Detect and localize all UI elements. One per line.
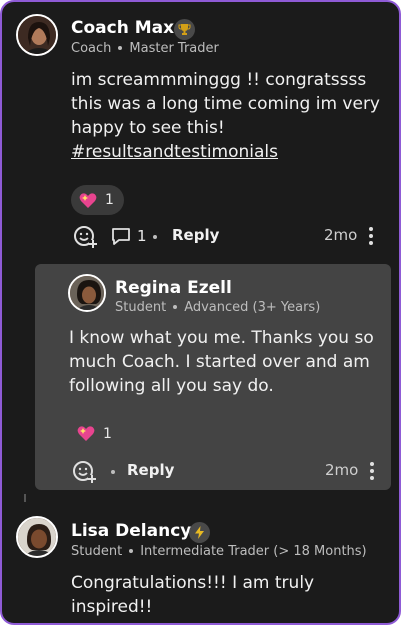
author-role: Coach bbox=[71, 41, 112, 56]
author-meta: Student Advanced (3+ Years) bbox=[115, 300, 320, 315]
author-level: Advanced (3+ Years) bbox=[184, 300, 321, 315]
add-reaction-icon bbox=[73, 461, 96, 483]
comments-button[interactable]: 1 bbox=[111, 226, 147, 246]
reply-text: I know what you me. Thanks you so much C… bbox=[69, 328, 374, 396]
add-reaction-button[interactable] bbox=[73, 224, 97, 252]
reply-button[interactable]: Reply bbox=[172, 226, 219, 244]
more-options-icon[interactable] bbox=[369, 462, 375, 480]
reaction-count: 1 bbox=[103, 425, 112, 442]
more-options-icon[interactable] bbox=[368, 227, 374, 245]
separator-dot bbox=[173, 304, 178, 309]
reply-card: Regina Ezell Student Advanced (3+ Years) … bbox=[35, 264, 391, 490]
avatar-regina-ezell[interactable] bbox=[68, 274, 106, 312]
separator-dot bbox=[111, 470, 115, 474]
avatar-image bbox=[70, 276, 104, 310]
author-level: Master Trader bbox=[129, 41, 219, 56]
reply-author[interactable]: Regina Ezell bbox=[115, 278, 232, 298]
avatar-image bbox=[18, 16, 56, 54]
reaction-pill[interactable]: 1 bbox=[71, 185, 124, 215]
avatar-coach-max[interactable] bbox=[16, 14, 58, 56]
avatar-lisa-delancy[interactable] bbox=[16, 516, 58, 558]
add-reaction-icon bbox=[74, 226, 97, 248]
comment-author[interactable]: Coach Max bbox=[71, 18, 174, 38]
separator-dot bbox=[118, 45, 123, 50]
comment-body: im screammminggg !! congratssss this was… bbox=[71, 68, 391, 164]
author-role: Student bbox=[115, 300, 167, 315]
comment-author[interactable]: Lisa Delancy bbox=[71, 521, 191, 541]
separator-dot bbox=[153, 235, 157, 239]
lightning-icon bbox=[189, 522, 210, 543]
avatar-image bbox=[18, 518, 56, 556]
hashtag-link[interactable]: #resultsandtestimonials bbox=[71, 142, 278, 162]
author-role: Student bbox=[71, 544, 123, 559]
trophy-icon bbox=[174, 19, 195, 40]
reaction-count: 1 bbox=[105, 192, 114, 208]
comment-bubble-icon bbox=[112, 228, 130, 245]
timestamp: 2mo bbox=[324, 226, 358, 244]
timestamp: 2mo bbox=[325, 461, 359, 479]
add-reaction-button[interactable] bbox=[72, 459, 96, 487]
reaction-button[interactable]: 1 bbox=[77, 425, 112, 442]
author-meta: Coach Master Trader bbox=[71, 41, 219, 56]
separator-dot bbox=[129, 548, 134, 553]
sparkle-heart-icon bbox=[79, 192, 97, 208]
author-level: Intermediate Trader (> 18 Months) bbox=[140, 544, 367, 559]
reply-button[interactable]: Reply bbox=[127, 461, 174, 479]
thread-line bbox=[24, 494, 26, 502]
sparkle-heart-icon bbox=[77, 426, 95, 441]
comment-text: im screammminggg !! congratssss this was… bbox=[71, 70, 380, 138]
author-meta: Student Intermediate Trader (> 18 Months) bbox=[71, 544, 367, 559]
comment-count: 1 bbox=[137, 227, 147, 245]
comment-text: Congratulations!!! I am truly inspired!! bbox=[71, 573, 315, 617]
comment-thread: Coach Max Coach Master Trader im screammm… bbox=[0, 0, 401, 625]
